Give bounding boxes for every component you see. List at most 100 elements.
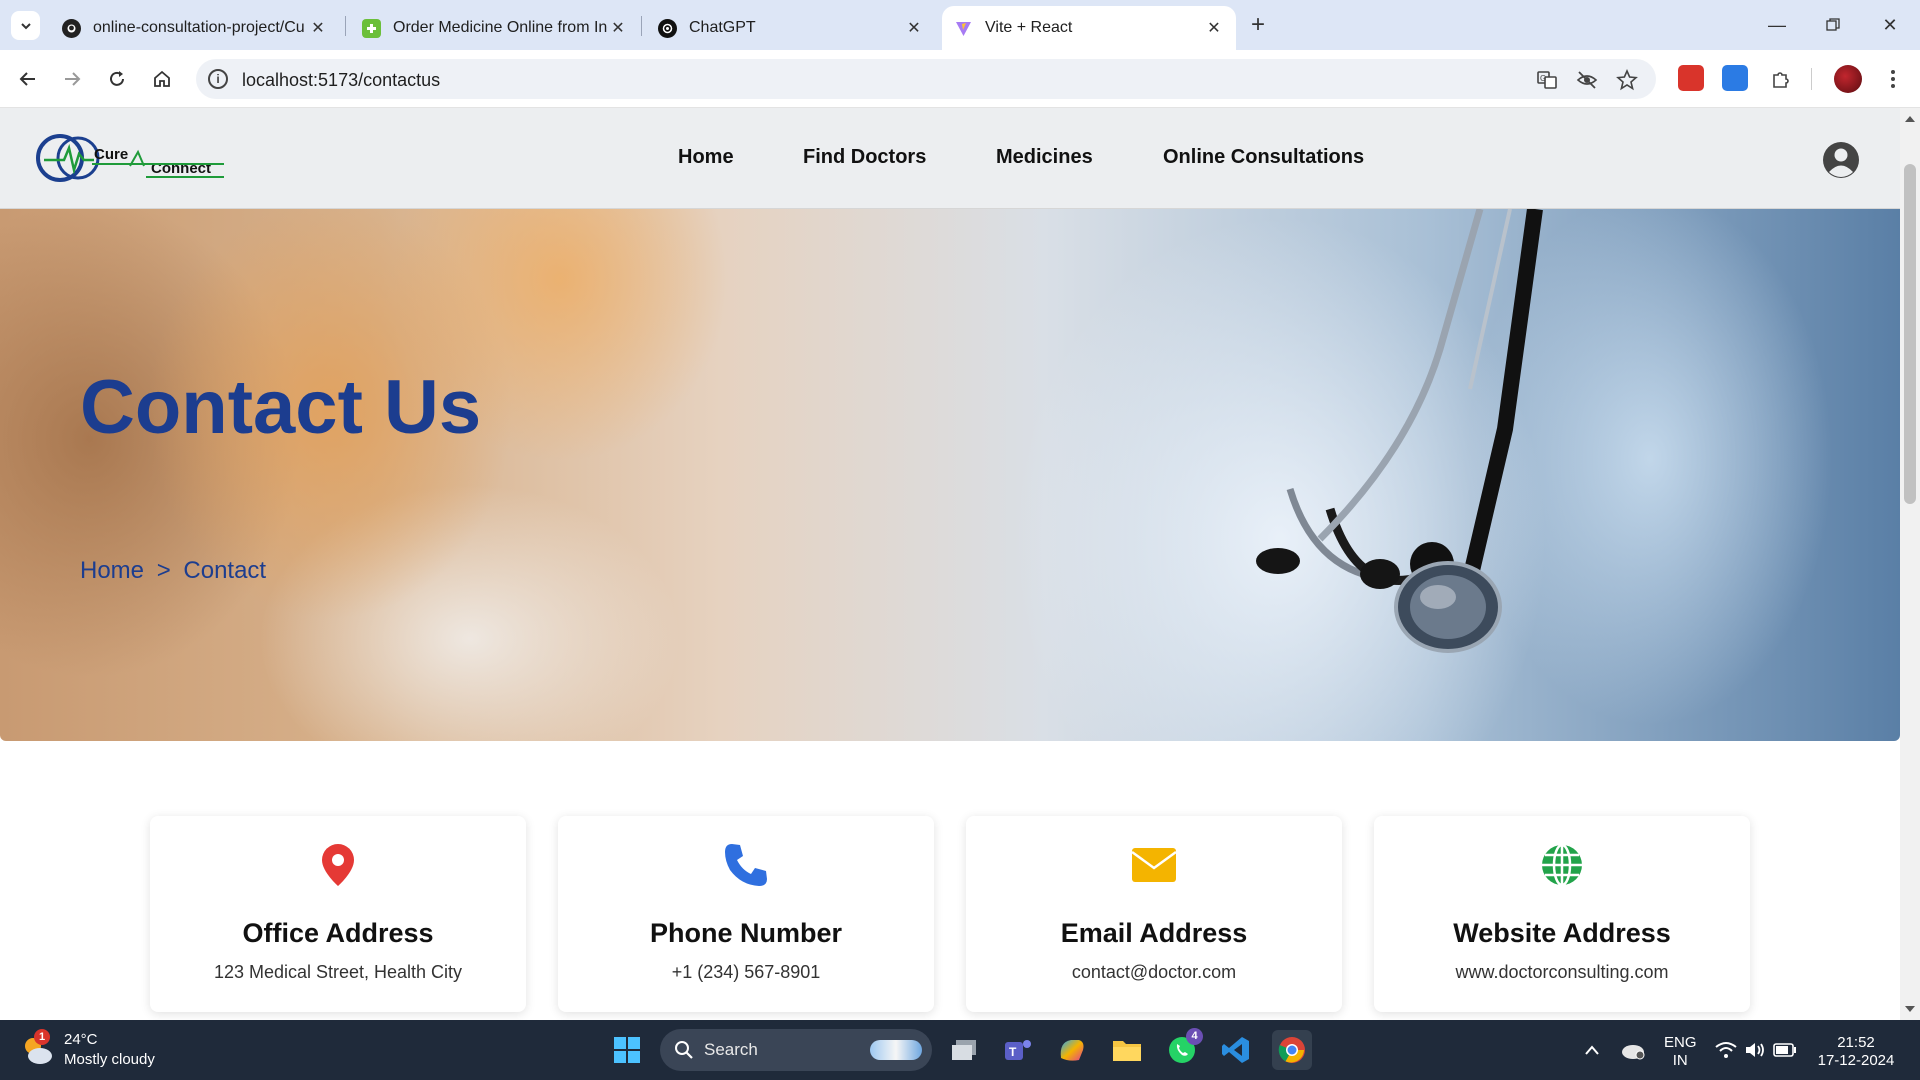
bookmark-star-icon[interactable]: [1616, 69, 1638, 91]
breadcrumb: Home > Contact: [80, 557, 272, 585]
home-icon: [154, 70, 170, 87]
close-icon[interactable]: ✕: [1204, 18, 1224, 38]
tab-pharmacy[interactable]: Order Medicine Online from Inc ✕: [350, 6, 640, 50]
windows-start-icon[interactable]: [607, 1030, 647, 1070]
chrome-icon[interactable]: [1272, 1030, 1312, 1070]
tab-separator: [345, 16, 346, 36]
tab-github[interactable]: online-consultation-project/Cu ✕: [50, 6, 340, 50]
stethoscope-illustration: [1256, 209, 1543, 653]
close-window-button[interactable]: ✕: [1870, 10, 1910, 40]
tab-title: Order Medicine Online from Inc: [393, 19, 608, 36]
tray-chevron-up-icon[interactable]: [1572, 1030, 1612, 1070]
page-title: Contact Us: [80, 365, 482, 450]
user-account-icon[interactable]: [1822, 141, 1860, 179]
nav-medicines[interactable]: Medicines: [996, 146, 1093, 169]
vite-icon: [954, 19, 973, 38]
profile-avatar[interactable]: [1834, 65, 1862, 93]
envelope-icon: [1129, 840, 1179, 890]
nav-online-consultations[interactable]: Online Consultations: [1163, 146, 1364, 169]
nav-find-doctors[interactable]: Find Doctors: [803, 146, 926, 169]
copilot-icon[interactable]: [1052, 1030, 1092, 1070]
restore-button[interactable]: [1813, 10, 1853, 40]
nav-home[interactable]: Home: [678, 146, 734, 169]
vscode-icon[interactable]: [1216, 1030, 1256, 1070]
phone-icon: [721, 840, 771, 890]
card-title: Email Address: [1060, 918, 1248, 948]
card-title: Office Address: [242, 918, 434, 948]
taskbar-search[interactable]: Search: [660, 1029, 932, 1071]
file-explorer-icon[interactable]: [1107, 1030, 1147, 1070]
github-icon: [62, 18, 81, 38]
page-scrollbar[interactable]: [1900, 108, 1920, 1020]
svg-text:Cure: Cure: [94, 146, 128, 163]
tab-separator: [641, 16, 642, 36]
contact-card-website: Website Address www.doctorconsulting.com: [1374, 816, 1750, 1012]
card-value: +1 (234) 567-8901: [671, 962, 821, 982]
card-title: Website Address: [1453, 918, 1671, 948]
arrow-right-icon: [65, 72, 81, 86]
region-code: IN: [1672, 1052, 1688, 1069]
address-bar[interactable]: i localhost:5173/contactus G: [196, 59, 1656, 99]
extensions-puzzle-icon[interactable]: [1766, 64, 1796, 94]
breadcrumb-home[interactable]: Home: [80, 557, 144, 584]
translate-icon[interactable]: G: [1536, 69, 1558, 91]
pharmacy-icon: [362, 18, 381, 38]
browser-toolbar: i localhost:5173/contactus G: [0, 50, 1920, 108]
cloudy-weather-icon: 1: [20, 1029, 54, 1067]
card-value[interactable]: www.doctorconsulting.com: [1374, 962, 1750, 983]
search-highlight-icon: [870, 1040, 922, 1060]
weather-badge: 1: [34, 1029, 50, 1045]
whatsapp-icon[interactable]: 4: [1162, 1028, 1203, 1070]
extension-red-icon[interactable]: [1678, 65, 1704, 91]
cure-connect-logo[interactable]: Cure Connect: [34, 128, 224, 188]
toolbar-divider: [1811, 68, 1812, 90]
card-value[interactable]: contact@doctor.com: [966, 962, 1342, 983]
language-code: ENG: [1664, 1034, 1697, 1051]
clock[interactable]: 21:52 17-12-2024: [1814, 1034, 1898, 1070]
eye-off-icon[interactable]: [1576, 69, 1598, 91]
page-viewport: Cure Connect Home Find Doctors Medicines…: [0, 108, 1900, 1020]
battery-icon[interactable]: [1765, 1030, 1805, 1070]
arrow-left-icon: [19, 72, 35, 86]
weather-widget[interactable]: 1 24°C Mostly cloudy: [20, 1029, 155, 1070]
globe-icon: [1537, 840, 1587, 890]
contact-card-office: Office Address 123 Medical Street, Healt…: [150, 816, 526, 1012]
close-icon[interactable]: ✕: [608, 18, 628, 38]
clock-time: 21:52: [1837, 1034, 1875, 1051]
close-icon[interactable]: ✕: [904, 18, 924, 38]
teams-icon[interactable]: T: [998, 1030, 1038, 1070]
task-view-icon[interactable]: [944, 1030, 984, 1070]
contact-card-email: Email Address contact@doctor.com: [966, 816, 1342, 1012]
clock-date: 17-12-2024: [1817, 1052, 1895, 1069]
home-button[interactable]: [147, 64, 177, 94]
scroll-up-arrow[interactable]: [1905, 116, 1915, 122]
search-icon: [675, 1041, 693, 1059]
forward-button[interactable]: [57, 64, 87, 94]
back-button[interactable]: [13, 64, 43, 94]
whatsapp-badge: 4: [1186, 1028, 1203, 1045]
windows-taskbar: 1 24°C Mostly cloudy Search T 4 ENG IN 2…: [0, 1020, 1920, 1080]
browser-menu-icon[interactable]: [1878, 64, 1908, 94]
tab-chatgpt[interactable]: ChatGPT ✕: [646, 6, 936, 50]
onedrive-cloud-icon[interactable]: [1613, 1030, 1653, 1070]
extension-blue-icon[interactable]: [1722, 65, 1748, 91]
tab-title: ChatGPT: [689, 19, 756, 36]
new-tab-button[interactable]: +: [1244, 12, 1272, 40]
location-pin-icon: [313, 840, 363, 890]
minimize-button[interactable]: —: [1757, 10, 1797, 40]
search-label: Search: [704, 1040, 758, 1059]
contact-card-phone: Phone Number +1 (234) 567-8901: [558, 816, 934, 1012]
site-navbar: Cure Connect Home Find Doctors Medicines…: [0, 108, 1900, 209]
site-info-icon[interactable]: i: [208, 69, 228, 89]
scroll-down-arrow[interactable]: [1905, 1006, 1915, 1012]
card-title: Phone Number: [649, 918, 843, 948]
card-value: 123 Medical Street, Health City: [213, 962, 463, 982]
close-icon[interactable]: ✕: [308, 18, 328, 38]
language-indicator[interactable]: ENG IN: [1664, 1034, 1697, 1070]
tab-search-button[interactable]: [11, 11, 40, 40]
weather-description: Mostly cloudy: [64, 1051, 155, 1068]
tab-vite-react[interactable]: Vite + React ✕: [942, 6, 1236, 50]
reload-button[interactable]: [102, 64, 132, 94]
breadcrumb-current: Contact: [183, 557, 267, 584]
scrollbar-thumb[interactable]: [1904, 164, 1916, 504]
